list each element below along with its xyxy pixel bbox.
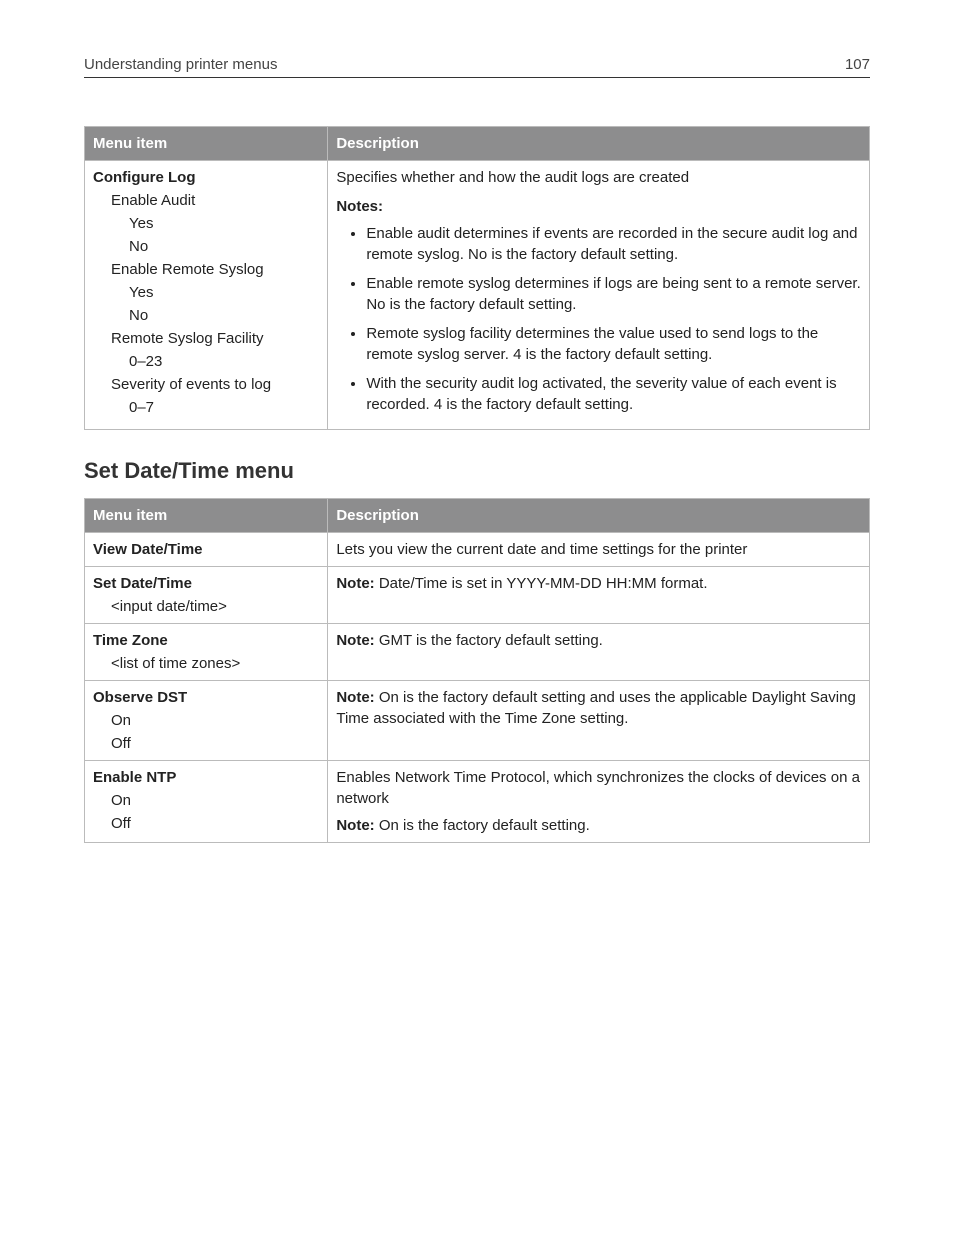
table-row: Time Zone <list of time zones> Note: GMT… [85,624,870,681]
table-row: Enable NTP On Off Enables Network Time P… [85,761,870,843]
table-row: Configure Log Enable Audit Yes No Enable… [85,161,870,430]
menu-cell: View Date/Time [85,533,328,567]
set-date-time-table: Menu item Description View Date/Time Let… [84,498,870,843]
menu-sub: Enable Audit [93,190,319,211]
menu-opt: No [93,305,319,326]
note-text: On is the factory default setting. [375,817,590,834]
menu-cell: Time Zone <list of time zones> [85,624,328,681]
menu-sub: Off [93,733,319,754]
table-row: Set Date/Time <input date/time> Note: Da… [85,567,870,624]
menu-title: Set Date/Time [93,573,319,594]
menu-opt: 0–7 [93,397,319,418]
desc-cell: Specifies whether and how the audit logs… [328,161,870,430]
menu-title: Time Zone [93,630,319,651]
menu-title: Configure Log [93,167,319,188]
note-label: Note: [336,689,374,706]
menu-opt: Yes [93,282,319,303]
section-title: Set Date/Time menu [84,458,870,484]
table-row: View Date/Time Lets you view the current… [85,533,870,567]
menu-sub: On [93,790,319,811]
table2-header-desc: Description [328,499,870,533]
note-text: GMT is the factory default setting. [375,632,603,649]
menu-title: Enable NTP [93,767,319,788]
note-item: Enable audit determines if events are re… [366,223,861,265]
menu-cell: Configure Log Enable Audit Yes No Enable… [85,161,328,430]
desc-text: Enables Network Time Protocol, which syn… [336,767,861,809]
menu-sub: <input date/time> [93,596,319,617]
page-number: 107 [845,56,870,73]
menu-sub: Remote Syslog Facility [93,328,319,349]
table-row: Observe DST On Off Note: On is the facto… [85,681,870,761]
desc-cell: Note: GMT is the factory default setting… [328,624,870,681]
desc-intro: Specifies whether and how the audit logs… [336,167,861,188]
note-label: Note: [336,817,374,834]
menu-sub: Off [93,813,319,834]
menu-cell: Set Date/Time <input date/time> [85,567,328,624]
notes-list: Enable audit determines if events are re… [336,223,861,415]
desc-cell: Note: Date/Time is set in YYYY-MM-DD HH:… [328,567,870,624]
configure-log-table: Menu item Description Configure Log Enab… [84,126,870,430]
note-item: Remote syslog facility determines the va… [366,323,861,365]
menu-sub: <list of time zones> [93,653,319,674]
note-text: Date/Time is set in YYYY-MM-DD HH:MM for… [375,575,708,592]
desc-text: Lets you view the current date and time … [336,541,747,558]
table1-header-menu: Menu item [85,127,328,161]
note-item: With the security audit log activated, t… [366,373,861,415]
menu-title: Observe DST [93,687,319,708]
header-title: Understanding printer menus [84,56,277,73]
running-header: Understanding printer menus 107 [84,56,870,78]
note-text: On is the factory default setting and us… [336,689,855,727]
menu-opt: 0–23 [93,351,319,372]
menu-sub: Enable Remote Syslog [93,259,319,280]
menu-opt: No [93,236,319,257]
menu-cell: Enable NTP On Off [85,761,328,843]
menu-opt: Yes [93,213,319,234]
desc-cell: Lets you view the current date and time … [328,533,870,567]
menu-title: View Date/Time [93,539,319,560]
menu-cell: Observe DST On Off [85,681,328,761]
note-item: Enable remote syslog determines if logs … [366,273,861,315]
menu-sub: Severity of events to log [93,374,319,395]
note-label: Note: [336,575,374,592]
table1-header-desc: Description [328,127,870,161]
desc-cell: Enables Network Time Protocol, which syn… [328,761,870,843]
notes-label: Notes: [336,196,861,217]
note-label: Note: [336,632,374,649]
table2-header-menu: Menu item [85,499,328,533]
page: Understanding printer menus 107 Menu ite… [0,0,954,1235]
desc-cell: Note: On is the factory default setting … [328,681,870,761]
menu-sub: On [93,710,319,731]
